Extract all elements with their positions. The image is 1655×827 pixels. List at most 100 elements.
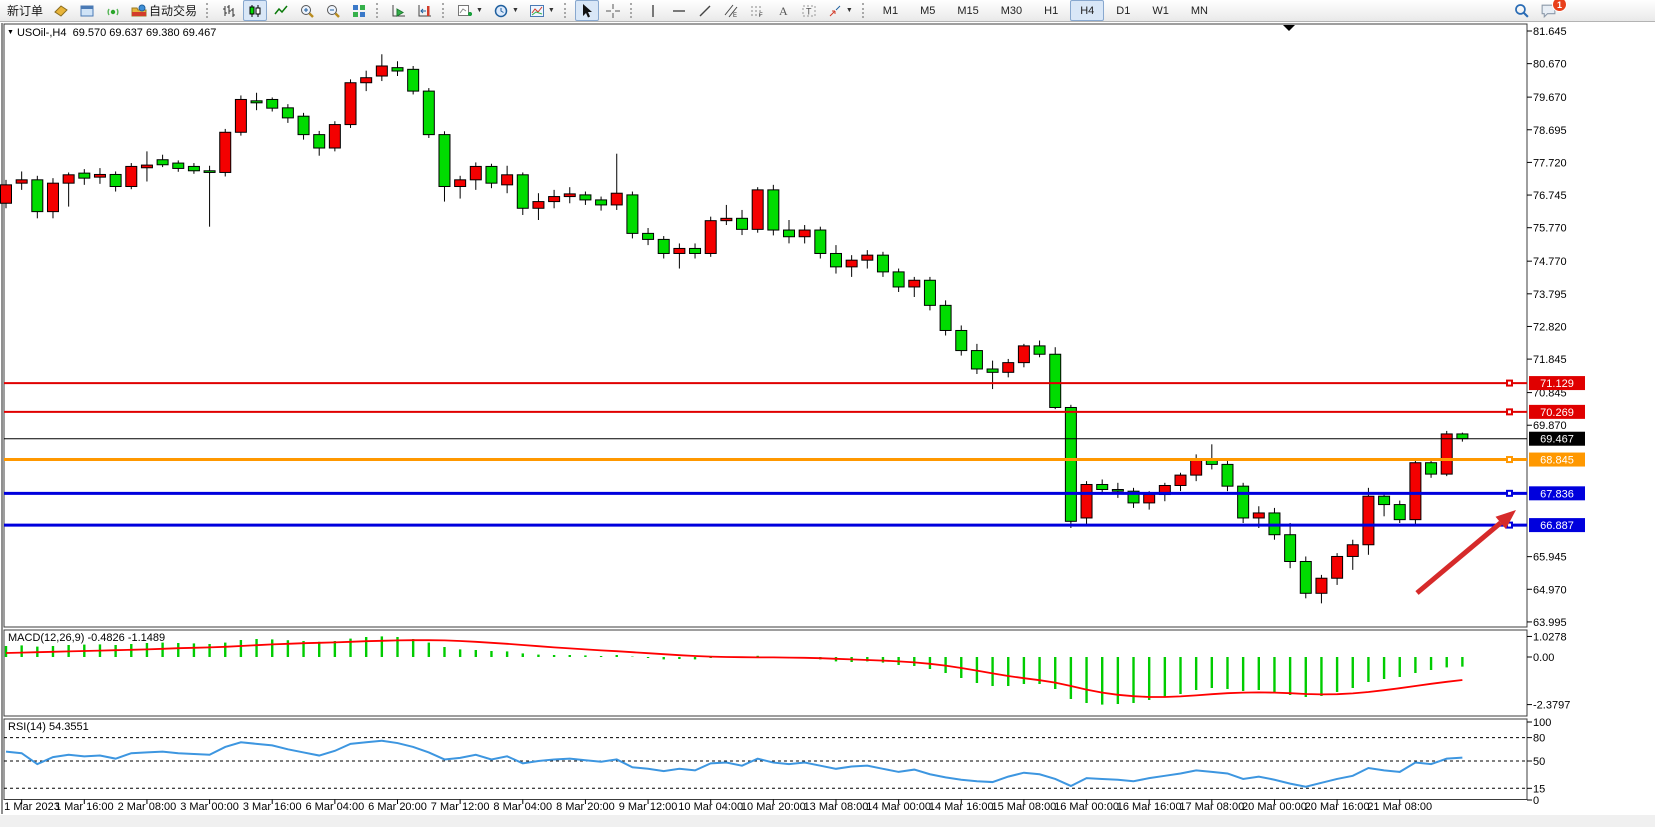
- auto-scroll-icon: [391, 3, 407, 19]
- dropdown-caret-icon[interactable]: ▼: [846, 7, 853, 14]
- svg-text:100: 100: [1533, 717, 1551, 729]
- svg-text:2 Mar 08:00: 2 Mar 08:00: [118, 801, 177, 813]
- cursor-tool-button[interactable]: [575, 0, 599, 21]
- dropdown-caret-icon[interactable]: ▼: [476, 7, 483, 14]
- toolbar-grip: [862, 3, 868, 18]
- terminal-button[interactable]: [75, 0, 99, 21]
- templates-icon: [529, 3, 545, 19]
- svg-text:0: 0: [1533, 795, 1539, 807]
- svg-text:78.695: 78.695: [1533, 125, 1567, 137]
- timeframe-m30-button[interactable]: M30: [991, 0, 1032, 21]
- timeframe-h1-button[interactable]: H1: [1034, 0, 1068, 21]
- candles-layer[interactable]: [1, 54, 1468, 603]
- rsi-line: [6, 741, 1462, 787]
- chart-shift-icon: [417, 3, 433, 19]
- periods-button[interactable]: ▼: [489, 0, 523, 21]
- toolbar-grip: [442, 3, 448, 18]
- symbol-dropdown-icon[interactable]: ▼: [7, 29, 14, 36]
- svg-text:65.945: 65.945: [1533, 552, 1567, 564]
- svg-text:74.770: 74.770: [1533, 256, 1567, 268]
- svg-text:9 Mar 12:00: 9 Mar 12:00: [619, 801, 678, 813]
- toolbar-grip: [206, 3, 212, 18]
- timeframe-h4-button[interactable]: H4: [1070, 0, 1104, 21]
- timeframe-m15-button[interactable]: M15: [947, 0, 988, 21]
- svg-text:73.795: 73.795: [1533, 289, 1567, 301]
- new-order-button[interactable]: 新订单: [3, 0, 47, 21]
- toolbar-grip: [564, 3, 570, 18]
- svg-text:20 Mar 16:00: 20 Mar 16:00: [1305, 801, 1370, 813]
- text-icon: A: [775, 3, 791, 19]
- trendline-tool-button[interactable]: [693, 0, 717, 21]
- timeframe-w1-button[interactable]: W1: [1142, 0, 1179, 21]
- symbol-search-button[interactable]: [1509, 0, 1534, 21]
- zoom-in-icon: [299, 3, 315, 19]
- text-label-tool-button[interactable]: T: [797, 0, 821, 21]
- add-indicator-button[interactable]: ▼: [453, 0, 487, 21]
- chart-shift-button[interactable]: [413, 0, 437, 21]
- time-axis: 1 Mar 20231 Mar 16:002 Mar 08:003 Mar 00…: [4, 800, 1432, 814]
- candlestick-chart-icon: [247, 3, 263, 19]
- svg-text:16 Mar 16:00: 16 Mar 16:00: [1117, 801, 1182, 813]
- autotrading-button[interactable]: 自动交易: [127, 0, 201, 21]
- svg-text:77.720: 77.720: [1533, 157, 1567, 169]
- svg-text:72.820: 72.820: [1533, 321, 1567, 333]
- tile-windows-button[interactable]: [347, 0, 371, 21]
- channel-tool-button[interactable]: E: [719, 0, 743, 21]
- rsi-indicator-label: RSI(14) 54.3551: [8, 721, 89, 733]
- fibonacci-tool-button[interactable]: F: [745, 0, 769, 21]
- crosshair-icon: [605, 3, 621, 19]
- templates-button[interactable]: ▼: [525, 0, 559, 21]
- svg-text:7 Mar 12:00: 7 Mar 12:00: [431, 801, 490, 813]
- vertical-line-tool-button[interactable]: [641, 0, 665, 21]
- svg-text:1 Mar 16:00: 1 Mar 16:00: [55, 801, 114, 813]
- auto-scroll-button[interactable]: [387, 0, 411, 21]
- shapes-tool-button[interactable]: ▼: [823, 0, 857, 21]
- signals-button[interactable]: [101, 0, 125, 21]
- horizontal-line-icon: [671, 3, 687, 19]
- tile-windows-icon: [351, 3, 367, 19]
- svg-text:14 Mar 16:00: 14 Mar 16:00: [929, 801, 994, 813]
- gold-tag-button[interactable]: [49, 0, 73, 21]
- autotrading-icon: [131, 3, 147, 19]
- zoom-out-icon: [325, 3, 341, 19]
- timeframe-d1-button[interactable]: D1: [1106, 0, 1140, 21]
- timeframe-mn-button[interactable]: MN: [1181, 0, 1218, 21]
- candlestick-chart-button[interactable]: [243, 0, 267, 21]
- macd-layer[interactable]: [6, 636, 1462, 704]
- chart-title[interactable]: ▼USOil-,H4 69.570 69.637 69.380 69.467: [7, 27, 216, 39]
- svg-text:10 Mar 20:00: 10 Mar 20:00: [741, 801, 806, 813]
- dropdown-caret-icon[interactable]: ▼: [548, 7, 555, 14]
- chart-shift-marker[interactable]: [1283, 25, 1295, 31]
- horizontal-level-lines[interactable]: 71.12970.26969.46768.84567.83666.887: [4, 376, 1585, 532]
- zoom-out-button[interactable]: [321, 0, 345, 21]
- gold-tag-icon: [53, 3, 69, 19]
- horizontal-line-tool-button[interactable]: [667, 0, 691, 21]
- svg-text:6 Mar 04:00: 6 Mar 04:00: [306, 801, 365, 813]
- dropdown-caret-icon[interactable]: ▼: [512, 7, 519, 14]
- svg-text:1 Mar 2023: 1 Mar 2023: [4, 801, 60, 813]
- svg-text:A: A: [779, 4, 788, 18]
- chart-svg[interactable]: 81.64580.67079.67078.69577.72076.74575.7…: [0, 0, 1655, 827]
- svg-text:71.845: 71.845: [1533, 354, 1567, 366]
- line-chart-button[interactable]: [269, 0, 293, 21]
- autotrading-label: 自动交易: [149, 2, 197, 19]
- svg-text:67.836: 67.836: [1540, 488, 1574, 500]
- svg-text:63.995: 63.995: [1533, 617, 1567, 629]
- add-indicator-icon: [457, 3, 473, 19]
- terminal-window-icon: [79, 3, 95, 19]
- timeframe-m5-button[interactable]: M5: [910, 0, 945, 21]
- rsi-layer[interactable]: [6, 741, 1462, 787]
- community-chat-button[interactable]: 1: [1536, 0, 1561, 21]
- svg-text:6 Mar 20:00: 6 Mar 20:00: [368, 801, 427, 813]
- price-axis: 81.64580.67079.67078.69577.72076.74575.7…: [4, 26, 1570, 807]
- svg-text:66.887: 66.887: [1540, 520, 1574, 532]
- timeframe-m1-button[interactable]: M1: [873, 0, 908, 21]
- svg-text:20 Mar 00:00: 20 Mar 00:00: [1242, 801, 1307, 813]
- crosshair-tool-button[interactable]: [601, 0, 625, 21]
- svg-text:70.269: 70.269: [1540, 407, 1574, 419]
- arrow-annotation[interactable]: [1417, 510, 1516, 593]
- text-tool-button[interactable]: A: [771, 0, 795, 21]
- bar-chart-icon: [221, 3, 237, 19]
- bar-chart-button[interactable]: [217, 0, 241, 21]
- zoom-in-button[interactable]: [295, 0, 319, 21]
